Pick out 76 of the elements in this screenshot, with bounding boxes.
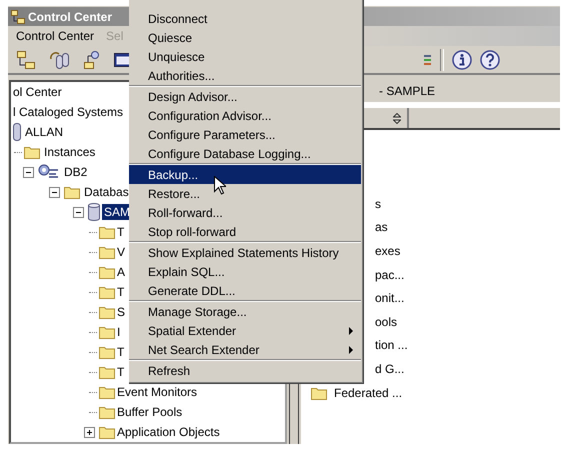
folder-icon: [99, 345, 115, 359]
server-icon: [13, 123, 21, 141]
tree-item[interactable]: S: [117, 304, 126, 320]
menu-item[interactable]: Quiesce: [129, 28, 361, 47]
tree-item[interactable]: DB2: [62, 164, 90, 180]
list-item[interactable]: d G...: [375, 362, 404, 376]
info-icon[interactable]: [452, 50, 472, 70]
menu-item[interactable]: Manage Storage...: [129, 302, 361, 321]
pane-title: - SAMPLE: [379, 84, 436, 98]
folder-icon: [64, 185, 80, 199]
tree-item[interactable]: l Cataloged Systems: [11, 104, 126, 120]
list-item[interactable]: as: [375, 220, 388, 234]
menu-item[interactable]: Unquiesce: [129, 47, 361, 66]
folder-icon: [99, 285, 115, 299]
menu-item[interactable]: Generate DDL...: [129, 281, 361, 300]
collapse-toggle[interactable]: [49, 186, 60, 198]
menu-item[interactable]: Configuration Advisor...: [129, 106, 361, 125]
menu-item[interactable]: Control Center: [16, 29, 94, 43]
tree-item[interactable]: T: [117, 344, 124, 360]
list-item[interactable]: ools: [375, 314, 398, 329]
expand-toggle[interactable]: [84, 426, 95, 438]
tree-item[interactable]: T: [117, 284, 124, 300]
menu-item[interactable]: Spatial Extender: [129, 321, 361, 340]
menu-item[interactable]: Configure Parameters...: [129, 125, 361, 144]
tree-item[interactable]: Instances: [42, 144, 98, 160]
menu-item[interactable]: Configure Database Logging...: [129, 144, 361, 163]
folder-icon: [99, 385, 115, 399]
tree-item[interactable]: V: [117, 244, 126, 260]
list-item[interactable]: pac...: [375, 268, 404, 282]
folder-tree-icon[interactable]: [82, 50, 102, 70]
folder-icon: [99, 425, 115, 439]
tree-item[interactable]: ol Center: [11, 84, 64, 100]
list-item[interactable]: exes: [375, 244, 400, 258]
folder-icon: [99, 225, 115, 239]
collapse-toggle[interactable]: [23, 166, 34, 178]
mouse-pointer-icon: [214, 176, 226, 195]
menu-item[interactable]: Net Search Extender: [129, 340, 361, 359]
tree-item[interactable]: ALLAN: [23, 124, 66, 140]
sort-icon[interactable]: [393, 112, 401, 124]
folder-icon: [99, 245, 115, 259]
folder-icon: [24, 145, 40, 159]
folder-icon: [99, 365, 115, 379]
tree-item[interactable]: A: [117, 264, 126, 280]
menu-item[interactable]: Refresh: [129, 361, 361, 380]
window-title: Control Center: [28, 10, 112, 24]
colored-lines-icon[interactable]: [424, 52, 432, 66]
folder-tree-icon[interactable]: [16, 50, 36, 70]
menu-item[interactable]: Explain SQL...: [129, 262, 361, 281]
collapse-toggle[interactable]: [73, 206, 84, 218]
menu-item[interactable]: Disconnect: [129, 9, 361, 28]
menu-item[interactable]: Design Advisor...: [129, 87, 361, 106]
folder-tree-icon: [11, 10, 25, 24]
list-item[interactable]: onit...: [375, 291, 404, 306]
menu-item[interactable]: Show Explained Statements History: [129, 243, 361, 262]
database-refresh-icon[interactable]: [48, 50, 70, 70]
menu-item[interactable]: Restore...: [129, 184, 361, 203]
folder-icon: [99, 405, 115, 419]
tree-item[interactable]: T: [117, 364, 124, 380]
tree-item[interactable]: Event Monitors: [117, 384, 198, 400]
list-item[interactable]: tion ...: [375, 338, 408, 352]
tree-item[interactable]: Application Objects: [117, 424, 220, 440]
tree-item[interactable]: I: [117, 324, 120, 340]
tree-item[interactable]: T: [117, 224, 124, 240]
menu-item[interactable]: Backup...: [129, 165, 361, 184]
help-icon[interactable]: [480, 50, 500, 70]
list-item[interactable]: s: [375, 196, 381, 211]
menu-item[interactable]: Authorities...: [129, 66, 361, 85]
tree-item[interactable]: Buffer Pools: [117, 404, 182, 420]
tree-item[interactable]: Databas: [82, 184, 131, 200]
menu-item[interactable]: Stop roll-forward: [129, 222, 361, 241]
command-window-icon[interactable]: [114, 52, 132, 68]
list-item[interactable]: Federated ...: [334, 386, 402, 400]
folder-icon: [99, 325, 115, 339]
folder-icon: [99, 265, 115, 279]
folder-icon: [99, 305, 115, 319]
database-icon: [88, 203, 100, 221]
